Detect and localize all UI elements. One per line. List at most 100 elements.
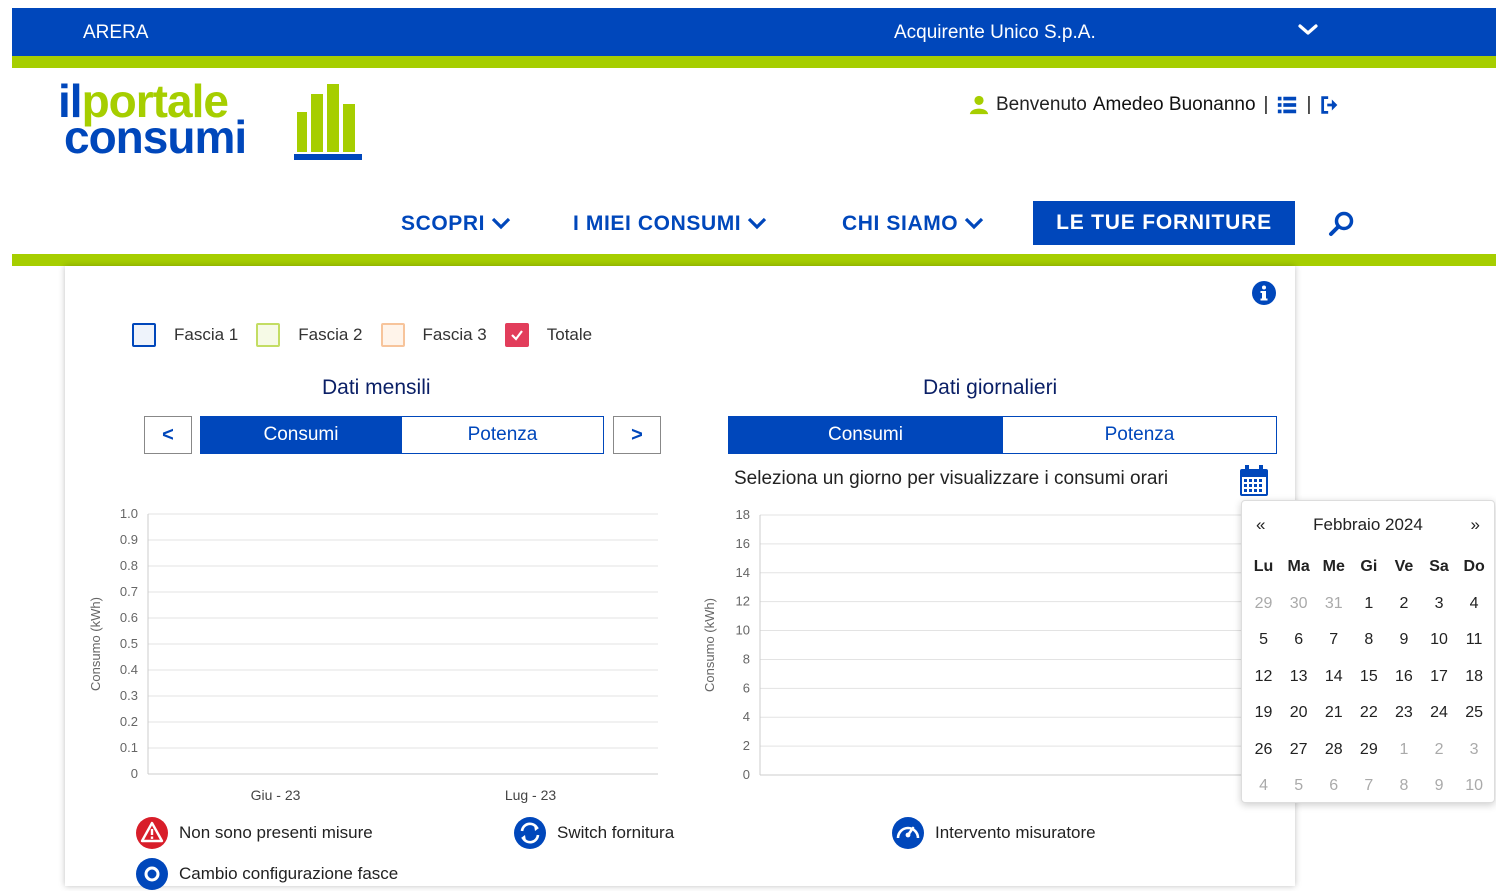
datepicker-day[interactable]: 26 xyxy=(1246,741,1281,759)
datepicker-day[interactable]: 23 xyxy=(1386,704,1421,722)
tab-monthly-potenza[interactable]: Potenza xyxy=(401,416,604,454)
green-divider xyxy=(12,254,1496,266)
datepicker-day[interactable]: 14 xyxy=(1316,668,1351,686)
datepicker-day[interactable]: 27 xyxy=(1281,741,1316,759)
datepicker-month-title[interactable]: Febbraio 2024 xyxy=(1242,515,1494,535)
list-icon[interactable] xyxy=(1276,94,1298,116)
legend: Fascia 1 Fascia 2 Fascia 3 Totale xyxy=(132,323,610,347)
datepicker-day[interactable]: 28 xyxy=(1316,741,1351,759)
datepicker-day[interactable]: 29 xyxy=(1351,741,1386,759)
datepicker-day[interactable]: 17 xyxy=(1421,668,1456,686)
datepicker-day[interactable]: 8 xyxy=(1386,777,1421,795)
datepicker-week: 4 5 6 7 8 9 10 xyxy=(1246,768,1492,805)
datepicker-day[interactable]: 29 xyxy=(1246,595,1281,613)
weekday-label: Ma xyxy=(1287,558,1310,576)
datepicker-day[interactable]: 24 xyxy=(1421,704,1456,722)
user-icon xyxy=(969,95,989,115)
chevron-down-icon[interactable] xyxy=(1296,18,1320,42)
datepicker-day[interactable]: 2 xyxy=(1421,741,1456,759)
y-tick-label: 12 xyxy=(736,594,750,609)
legend-fascia-3[interactable]: Fascia 3 xyxy=(380,323,487,347)
datepicker-day[interactable]: 3 xyxy=(1421,595,1456,613)
datepicker-day[interactable]: 20 xyxy=(1281,704,1316,722)
acquirente-unico-label[interactable]: Acquirente Unico S.p.A. xyxy=(894,22,1096,44)
datepicker-day[interactable]: 7 xyxy=(1351,777,1386,795)
datepicker-week: 29 30 31 1 2 3 4 xyxy=(1246,586,1492,623)
checkbox[interactable] xyxy=(256,323,281,347)
datepicker-day[interactable]: 8 xyxy=(1351,631,1386,649)
marker-cambio-label: Cambio configurazione fasce xyxy=(179,864,399,883)
datepicker-day[interactable]: 15 xyxy=(1351,668,1386,686)
datepicker-day[interactable]: 25 xyxy=(1457,704,1492,722)
y-tick-label: 1.0 xyxy=(120,506,138,521)
y-tick-label: 0.5 xyxy=(120,636,138,651)
legend-label: Fascia 1 xyxy=(174,325,239,344)
datepicker-day[interactable]: 1 xyxy=(1386,741,1421,759)
y-axis-label: Consumo (kWh) xyxy=(88,597,103,691)
marker-no-measure-label: Non sono presenti misure xyxy=(179,823,373,842)
datepicker-day[interactable]: 31 xyxy=(1316,595,1351,613)
calendar-icon[interactable] xyxy=(1239,465,1269,497)
daily-chart: 0 2 4 6 8 10 12 14 16 18 Consumo (kWh) xyxy=(702,507,1243,782)
tab-daily-consumi[interactable]: Consumi xyxy=(728,416,1003,454)
datepicker-day[interactable]: 16 xyxy=(1386,668,1421,686)
nav-chi-siamo[interactable]: CHI SIAMO xyxy=(842,212,984,236)
search-icon[interactable] xyxy=(1328,210,1356,238)
datepicker-day[interactable]: 3 xyxy=(1457,741,1492,759)
checkbox[interactable] xyxy=(380,323,405,347)
nav-scopri[interactable]: SCOPRI xyxy=(401,212,511,236)
datepicker-day[interactable]: 7 xyxy=(1316,631,1351,649)
datepicker-next[interactable]: » xyxy=(1471,515,1480,535)
datepicker-day[interactable]: 4 xyxy=(1457,595,1492,613)
datepicker-day[interactable]: 2 xyxy=(1386,595,1421,613)
datepicker-day[interactable]: 30 xyxy=(1281,595,1316,613)
le-tue-forniture-button[interactable]: LE TUE FORNITURE xyxy=(1033,201,1295,245)
y-tick-label: 18 xyxy=(736,507,750,522)
datepicker-day[interactable]: 9 xyxy=(1421,777,1456,795)
legend-totale[interactable]: Totale xyxy=(504,323,593,347)
datepicker-day[interactable]: 4 xyxy=(1246,777,1281,795)
checkbox-checked[interactable] xyxy=(504,323,529,347)
datepicker-day[interactable]: 10 xyxy=(1457,777,1492,795)
datepicker-day[interactable]: 6 xyxy=(1281,631,1316,649)
prev-button[interactable]: < xyxy=(144,416,192,454)
marker-switch: Switch fornitura xyxy=(513,816,674,850)
weekday-label: Lu xyxy=(1253,558,1274,576)
datepicker-day[interactable]: 9 xyxy=(1386,631,1421,649)
y-tick-label: 0.2 xyxy=(120,714,138,729)
tab-daily-potenza[interactable]: Potenza xyxy=(1002,416,1277,454)
nav-scopri-label: SCOPRI xyxy=(401,212,486,235)
datepicker-day[interactable]: 13 xyxy=(1281,668,1316,686)
legend-fascia-2[interactable]: Fascia 2 xyxy=(256,323,363,347)
checkbox[interactable] xyxy=(132,323,156,347)
legend-fascia-1[interactable]: Fascia 1 xyxy=(132,323,238,347)
tab-monthly-consumi[interactable]: Consumi xyxy=(200,416,402,454)
datepicker-day[interactable]: 1 xyxy=(1351,595,1386,613)
next-button[interactable]: > xyxy=(613,416,661,454)
x-tick-label: Lug - 23 xyxy=(505,787,557,803)
y-tick-label: 10 xyxy=(736,623,750,638)
legend-label: Fascia 2 xyxy=(298,325,363,344)
logo[interactable]: ilportale consumi xyxy=(58,76,368,164)
datepicker-day[interactable]: 11 xyxy=(1457,631,1492,649)
top-bar: ARERA Acquirente Unico S.p.A. xyxy=(12,8,1496,56)
separator: | xyxy=(1306,94,1312,115)
datepicker-day[interactable]: 18 xyxy=(1457,668,1492,686)
legend-label: Totale xyxy=(546,325,593,344)
datepicker-day[interactable]: 5 xyxy=(1281,777,1316,795)
nav-i-miei-consumi[interactable]: I MIEI CONSUMI xyxy=(573,212,767,236)
logout-icon[interactable] xyxy=(1319,94,1341,116)
arera-link[interactable]: ARERA xyxy=(83,22,148,44)
datepicker-day[interactable]: 12 xyxy=(1246,668,1281,686)
datepicker-day[interactable]: 21 xyxy=(1316,704,1351,722)
datepicker-week: 26 27 28 29 1 2 3 xyxy=(1246,732,1492,769)
y-tick-label: 0.6 xyxy=(120,610,138,625)
datepicker-day[interactable]: 19 xyxy=(1246,704,1281,722)
datepicker-day[interactable]: 22 xyxy=(1351,704,1386,722)
datepicker-week: 5 6 7 8 9 10 11 xyxy=(1246,622,1492,659)
datepicker-day[interactable]: 10 xyxy=(1421,631,1456,649)
datepicker-day[interactable]: 6 xyxy=(1316,777,1351,795)
logo-bars-icon xyxy=(294,84,362,160)
info-icon[interactable] xyxy=(1252,281,1276,305)
datepicker-day[interactable]: 5 xyxy=(1246,631,1281,649)
